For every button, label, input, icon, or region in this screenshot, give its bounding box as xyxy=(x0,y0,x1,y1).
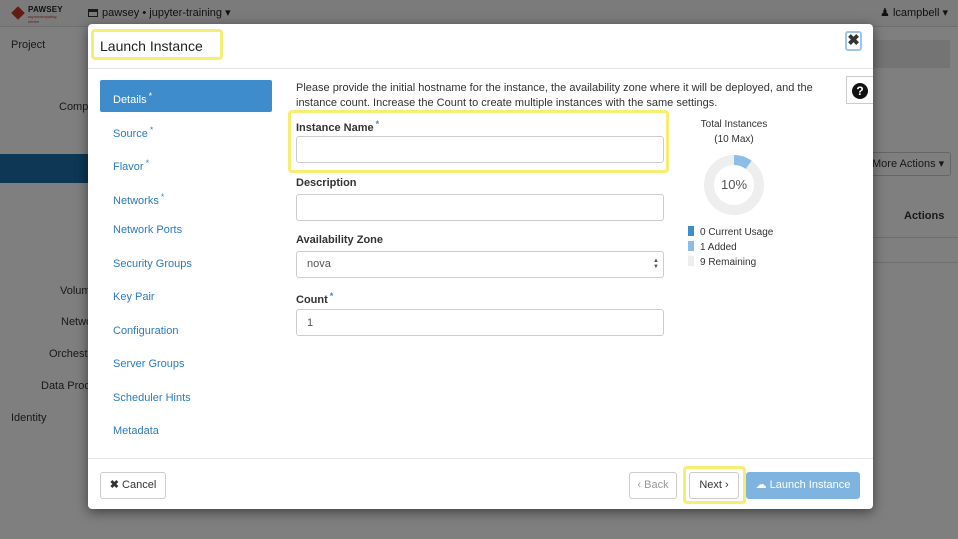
nav-item-networks[interactable]: Networks * xyxy=(100,181,272,213)
nav-item-server-groups[interactable]: Server Groups xyxy=(100,348,272,380)
legend-swatch xyxy=(688,226,694,236)
nav-item-configuration[interactable]: Configuration xyxy=(100,315,272,347)
legend-remaining: 9 Remaining xyxy=(688,256,756,268)
availability-zone-select[interactable]: nova ▲ ▼ xyxy=(296,251,664,278)
availability-zone-label: Availability Zone xyxy=(296,234,384,246)
description-label: Description xyxy=(296,177,357,189)
close-icon: ✖ xyxy=(109,479,119,491)
nav-item-network-ports[interactable]: Network Ports xyxy=(100,214,272,246)
count-label: Count * xyxy=(296,291,334,306)
wizard-nav: Details * Source * Flavor * Networks * Netwo… xyxy=(100,80,272,449)
nav-item-flavor[interactable]: Flavor * xyxy=(100,147,272,179)
close-button[interactable]: ✖ xyxy=(845,31,862,51)
legend-swatch xyxy=(688,256,694,266)
intro-text: Please provide the initial hostname for … xyxy=(296,82,813,109)
nav-item-source[interactable]: Source * xyxy=(100,114,272,146)
legend-swatch xyxy=(688,241,694,251)
instance-name-input[interactable] xyxy=(296,136,664,163)
donut-added-slice xyxy=(733,155,752,170)
back-button[interactable]: ‹ Back xyxy=(629,472,677,499)
help-button[interactable]: ? xyxy=(846,76,873,104)
legend-current-usage: 0 Current Usage xyxy=(688,226,773,238)
cloud-upload-icon: ☁ xyxy=(755,479,767,491)
count-input[interactable] xyxy=(296,309,664,336)
chart-title: Total Instances xyxy=(700,119,768,130)
modal-title: Launch Instance xyxy=(100,38,203,54)
legend-added: 1 Added xyxy=(688,241,737,253)
question-circle-icon: ? xyxy=(852,83,868,99)
nav-item-security-groups[interactable]: Security Groups xyxy=(100,248,272,280)
select-arrows-icon: ▲ ▼ xyxy=(653,258,659,270)
close-icon: ✖ xyxy=(847,32,860,49)
description-input[interactable] xyxy=(296,194,664,221)
instances-donut-chart: 10% xyxy=(704,155,764,215)
nav-item-metadata[interactable]: Metadata xyxy=(100,415,272,447)
donut-center-label: 10% xyxy=(721,177,747,192)
next-button[interactable]: Next › xyxy=(689,472,739,499)
nav-item-key-pair[interactable]: Key Pair xyxy=(100,281,272,313)
nav-item-details[interactable]: Details * xyxy=(100,80,272,112)
modal-header: Launch Instance ✖ xyxy=(88,24,873,69)
cancel-button[interactable]: ✖ Cancel xyxy=(100,472,166,499)
nav-item-scheduler-hints[interactable]: Scheduler Hints xyxy=(100,382,272,414)
modal-footer: ✖ Cancel ‹ Back Next › ☁ Launch Instance xyxy=(88,458,873,510)
launch-instance-modal: Launch Instance ✖ ? Details * Source * Fla… xyxy=(88,24,873,509)
chart-subtitle: (10 Max) xyxy=(714,134,754,145)
instance-name-label: Instance Name * xyxy=(296,119,380,134)
launch-instance-button[interactable]: ☁ Launch Instance xyxy=(746,472,860,499)
